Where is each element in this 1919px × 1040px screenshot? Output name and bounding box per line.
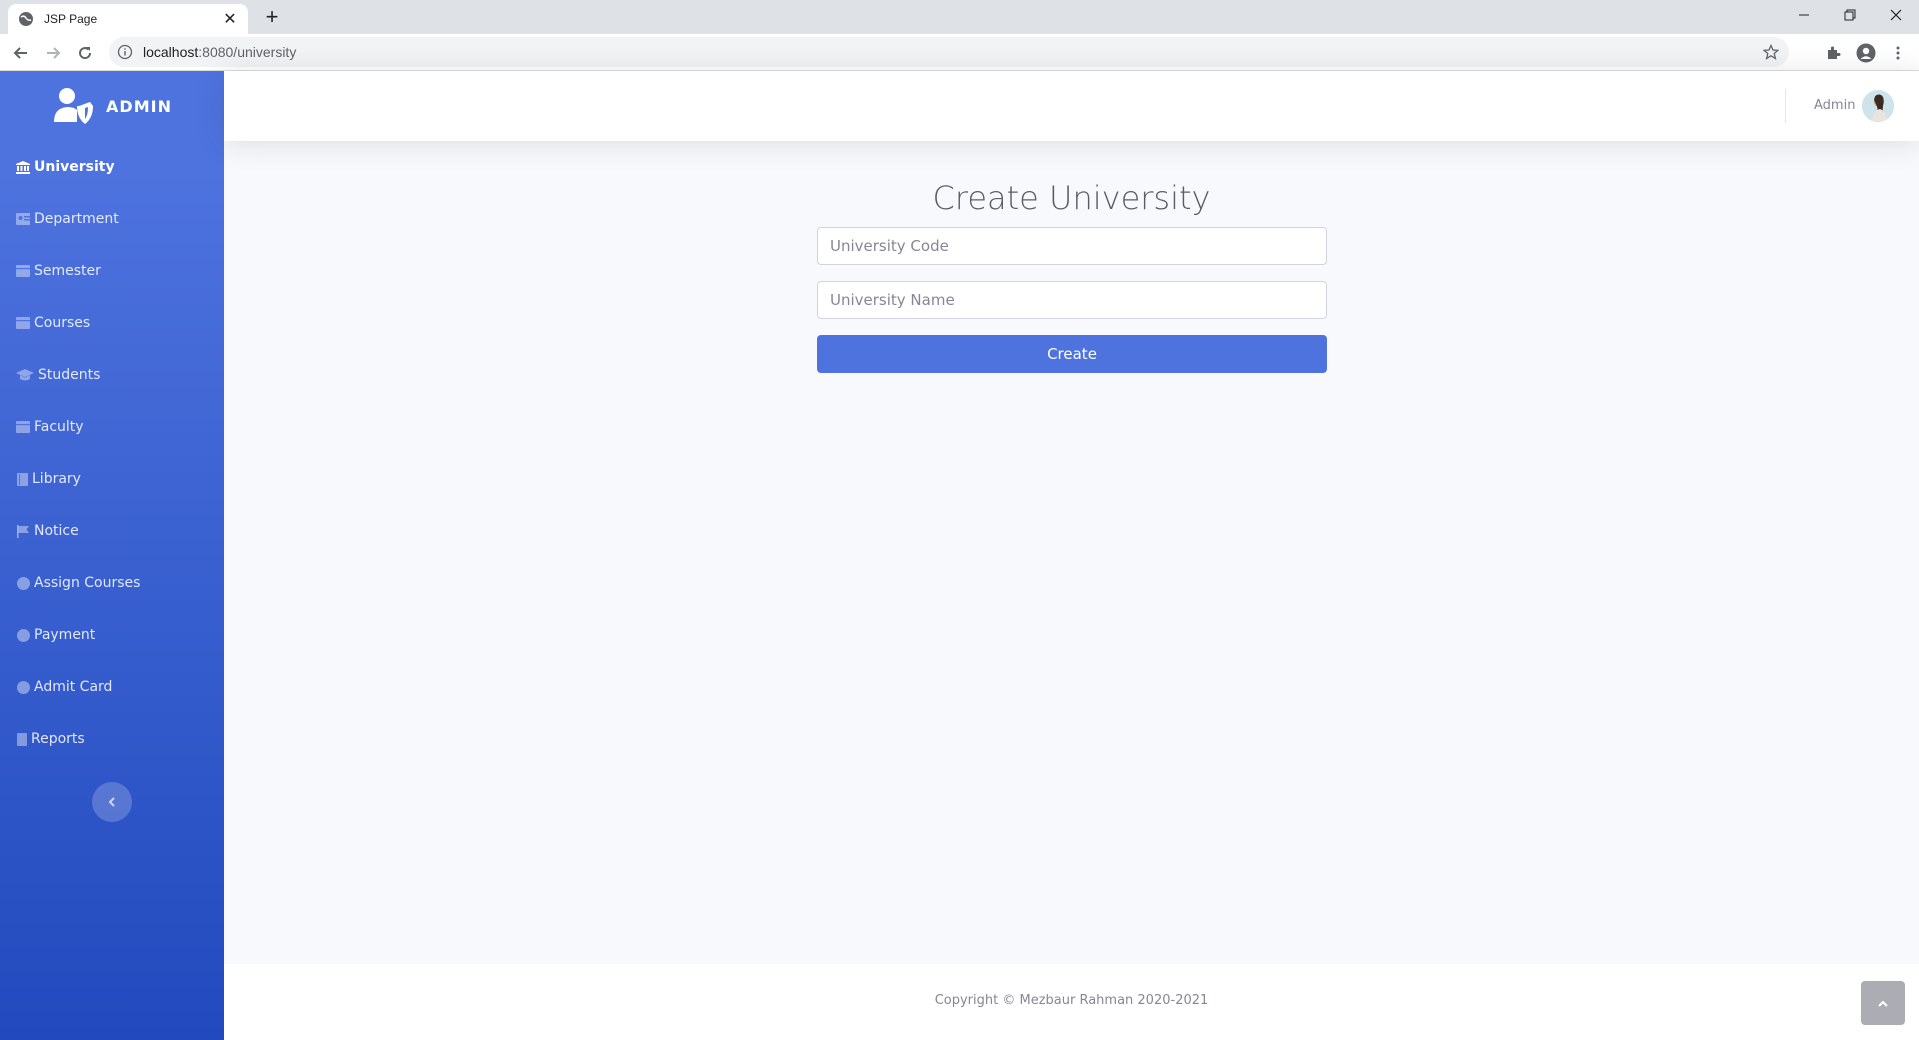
more-vertical-icon <box>1896 46 1900 60</box>
university-icon <box>16 160 30 174</box>
university-name-input[interactable] <box>817 281 1327 319</box>
circle-icon <box>16 628 30 642</box>
sidebar-toggle-button[interactable] <box>92 782 132 822</box>
create-button[interactable]: Create <box>817 335 1327 373</box>
main-content: Create University Create <box>224 141 1919 964</box>
forward-button[interactable] <box>41 41 65 65</box>
sidebar-item-library[interactable]: Library <box>0 453 224 505</box>
browser-tab-strip: JSP Page ✕ + <box>0 0 1919 34</box>
scroll-to-top-button[interactable] <box>1861 981 1905 1025</box>
sidebar-item-label: Library <box>32 471 81 487</box>
browser-tab[interactable]: JSP Page ✕ <box>8 4 248 34</box>
arrow-left-icon <box>13 47 27 59</box>
reload-button[interactable] <box>73 41 97 65</box>
avatar-image <box>1862 90 1894 122</box>
sidebar-item-department[interactable]: Department <box>0 193 224 245</box>
circle-icon <box>16 576 30 590</box>
info-icon <box>117 44 133 60</box>
calendar-icon <box>16 316 30 330</box>
chevron-up-icon <box>1878 1000 1888 1007</box>
close-window-button[interactable] <box>1873 0 1919 30</box>
address-bar[interactable]: localhost:8080/university <box>109 37 1789 67</box>
restore-button[interactable] <box>1827 0 1873 30</box>
avatar[interactable] <box>1862 90 1894 122</box>
user-name[interactable]: Admin <box>1814 98 1855 113</box>
minimize-icon <box>1799 14 1809 16</box>
sidebar-item-admit-card[interactable]: Admit Card <box>0 661 224 713</box>
account-icon <box>1856 43 1876 63</box>
browser-menu-button[interactable] <box>1886 41 1910 65</box>
copyright-text: Copyright © Mezbaur Rahman 2020-2021 <box>934 993 1209 1008</box>
url-path: :8080/university <box>198 44 297 60</box>
file-icon <box>16 732 27 746</box>
book-icon <box>16 472 28 486</box>
tab-title: JSP Page <box>44 12 98 26</box>
close-icon <box>1890 9 1902 21</box>
calendar-icon <box>16 420 30 434</box>
user-shield-icon <box>54 88 94 124</box>
sidebar-item-semester[interactable]: Semester <box>0 245 224 297</box>
sidebar-item-faculty[interactable]: Faculty <box>0 401 224 453</box>
sidebar-item-label: Reports <box>31 731 85 747</box>
sidebar-item-reports[interactable]: Reports <box>0 713 224 765</box>
globe-icon <box>19 12 33 26</box>
topbar-divider <box>1785 89 1786 123</box>
sidebar-brand[interactable]: ADMIN <box>0 71 224 141</box>
back-button[interactable] <box>9 41 33 65</box>
sidebar: ADMIN University Department Semester Cou… <box>0 71 224 1040</box>
sidebar-item-notice[interactable]: Notice <box>0 505 224 557</box>
browser-toolbar: localhost:8080/university <box>0 34 1919 71</box>
id-card-icon <box>16 212 30 226</box>
minimize-button[interactable] <box>1781 0 1827 30</box>
sidebar-item-label: Department <box>34 211 119 227</box>
sidebar-item-label: University <box>34 159 115 175</box>
graduation-cap-icon <box>16 368 34 382</box>
footer: Copyright © Mezbaur Rahman 2020-2021 <box>224 964 1919 1040</box>
close-tab-icon[interactable]: ✕ <box>222 9 238 29</box>
new-tab-button[interactable]: + <box>260 5 284 29</box>
calendar-icon <box>16 264 30 278</box>
sidebar-item-university[interactable]: University <box>0 141 224 193</box>
sidebar-item-label: Faculty <box>34 419 84 435</box>
bookmark-star-icon[interactable] <box>1763 44 1779 60</box>
sidebar-item-courses[interactable]: Courses <box>0 297 224 349</box>
reload-icon <box>79 47 92 60</box>
topbar: Admin <box>224 71 1919 141</box>
puzzle-icon <box>1828 46 1841 59</box>
circle-icon <box>16 680 30 694</box>
sidebar-item-assign-courses[interactable]: Assign Courses <box>0 557 224 609</box>
restore-icon <box>1844 9 1856 21</box>
sidebar-item-label: Notice <box>34 523 79 539</box>
sidebar-item-students[interactable]: Students <box>0 349 224 401</box>
sidebar-item-label: Assign Courses <box>34 575 141 591</box>
chevron-left-icon <box>108 797 115 807</box>
sidebar-item-label: Courses <box>34 315 91 331</box>
sidebar-item-label: Semester <box>34 263 101 279</box>
university-code-input[interactable] <box>817 227 1327 265</box>
page-title: Create University <box>932 179 1211 217</box>
extensions-button[interactable] <box>1821 41 1845 65</box>
sidebar-item-label: Students <box>38 367 101 383</box>
sidebar-item-payment[interactable]: Payment <box>0 609 224 661</box>
url-host: localhost <box>143 44 199 60</box>
profile-button[interactable] <box>1854 41 1878 65</box>
arrow-right-icon <box>47 47 61 59</box>
sidebar-item-label: Admit Card <box>34 679 113 695</box>
flag-icon <box>16 524 30 538</box>
url-text: localhost:8080/university <box>143 44 296 60</box>
sidebar-item-label: Payment <box>34 627 96 643</box>
brand-name: ADMIN <box>106 96 172 116</box>
